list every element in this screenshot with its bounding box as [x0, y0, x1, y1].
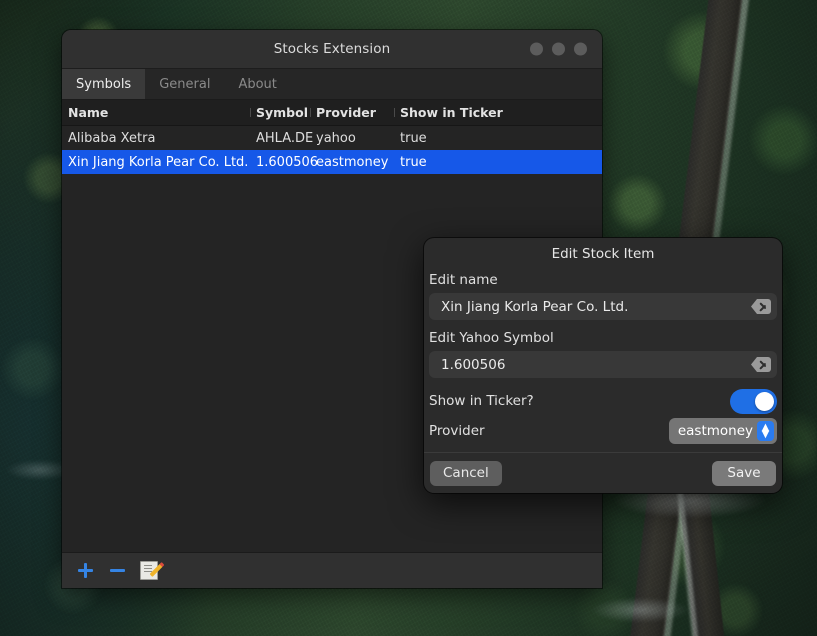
edit-symbol-label: Edit Yahoo Symbol: [429, 330, 554, 346]
dialog-title: Edit Stock Item: [551, 246, 655, 262]
show-in-ticker-row: Show in Ticker?: [429, 386, 777, 416]
provider-selected-value: eastmoney: [677, 423, 753, 439]
window-controls: [530, 42, 587, 56]
column-header-provider[interactable]: Provider: [310, 105, 394, 120]
desktop-background: Stocks Extension Symbols General About N…: [0, 0, 817, 636]
column-header-name[interactable]: Name: [62, 105, 250, 120]
show-in-ticker-toggle[interactable]: [730, 388, 777, 414]
edit-stock-item-dialog: Edit Stock Item Edit name Xin Jiang Korl…: [424, 238, 782, 493]
dialog-footer: Cancel Save: [424, 452, 782, 493]
cell-ticker: true: [400, 130, 427, 146]
tab-general-label: General: [159, 76, 211, 92]
edit-name-label: Edit name: [429, 272, 498, 288]
window-titlebar[interactable]: Stocks Extension: [62, 30, 602, 69]
list-action-bar: [62, 552, 602, 588]
minus-icon: [109, 563, 125, 578]
provider-label: Provider: [429, 423, 485, 439]
edit-symbol-field[interactable]: 1.600506: [429, 351, 777, 378]
remove-symbol-button[interactable]: [108, 562, 126, 580]
cell-provider: eastmoney: [316, 154, 389, 170]
column-header-ticker[interactable]: Show in Ticker: [394, 105, 602, 120]
chevron-up-down-icon[interactable]: ▲ ▼: [757, 421, 774, 441]
edit-symbol-button[interactable]: [140, 561, 165, 580]
tab-about-label: About: [238, 76, 277, 92]
table-header-row: Name Symbol Provider Show in Ticker: [62, 100, 602, 126]
chevron-down-glyph: ▼: [761, 428, 770, 440]
cell-provider: yahoo: [316, 130, 356, 146]
clear-name-icon[interactable]: [751, 299, 771, 314]
add-symbol-button[interactable]: [76, 562, 94, 580]
dialog-body: Edit name Xin Jiang Korla Pear Co. Ltd. …: [424, 270, 782, 452]
cell-symbol: AHLA.DE: [256, 130, 314, 146]
tab-about[interactable]: About: [224, 69, 290, 99]
table-row[interactable]: Xin Jiang Korla Pear Co. Ltd. 1.600506 e…: [62, 150, 602, 174]
cell-symbol: 1.600506: [256, 154, 319, 170]
edit-name-field[interactable]: Xin Jiang Korla Pear Co. Ltd.: [429, 293, 777, 320]
table-row[interactable]: Alibaba Xetra AHLA.DE yahoo true: [62, 126, 602, 150]
cell-name: Alibaba Xetra: [68, 130, 156, 146]
tab-symbols[interactable]: Symbols: [62, 69, 146, 99]
close-button[interactable]: [574, 42, 587, 56]
cancel-button[interactable]: Cancel: [430, 460, 502, 486]
edit-name-value: Xin Jiang Korla Pear Co. Ltd.: [441, 298, 629, 315]
window-title: Stocks Extension: [273, 41, 391, 57]
maximize-button[interactable]: [552, 42, 565, 56]
toggle-knob-icon: [755, 391, 774, 411]
provider-row: Provider eastmoney ▲ ▼: [429, 416, 777, 446]
clear-symbol-icon[interactable]: [751, 357, 771, 372]
column-header-symbol[interactable]: Symbol: [250, 105, 310, 120]
tab-symbols-label: Symbols: [76, 76, 132, 92]
tab-bar: Symbols General About: [62, 69, 602, 100]
minimize-button[interactable]: [530, 42, 543, 56]
edit-symbol-value: 1.600506: [441, 356, 506, 373]
memo-pencil-icon: [140, 561, 165, 580]
cell-name: Xin Jiang Korla Pear Co. Ltd.: [68, 154, 249, 170]
plus-icon: [77, 563, 93, 578]
cell-ticker: true: [400, 154, 427, 170]
tab-general[interactable]: General: [145, 69, 224, 99]
provider-dropdown[interactable]: eastmoney ▲ ▼: [668, 418, 777, 444]
save-button[interactable]: Save: [712, 460, 776, 486]
show-in-ticker-label: Show in Ticker?: [429, 393, 534, 409]
